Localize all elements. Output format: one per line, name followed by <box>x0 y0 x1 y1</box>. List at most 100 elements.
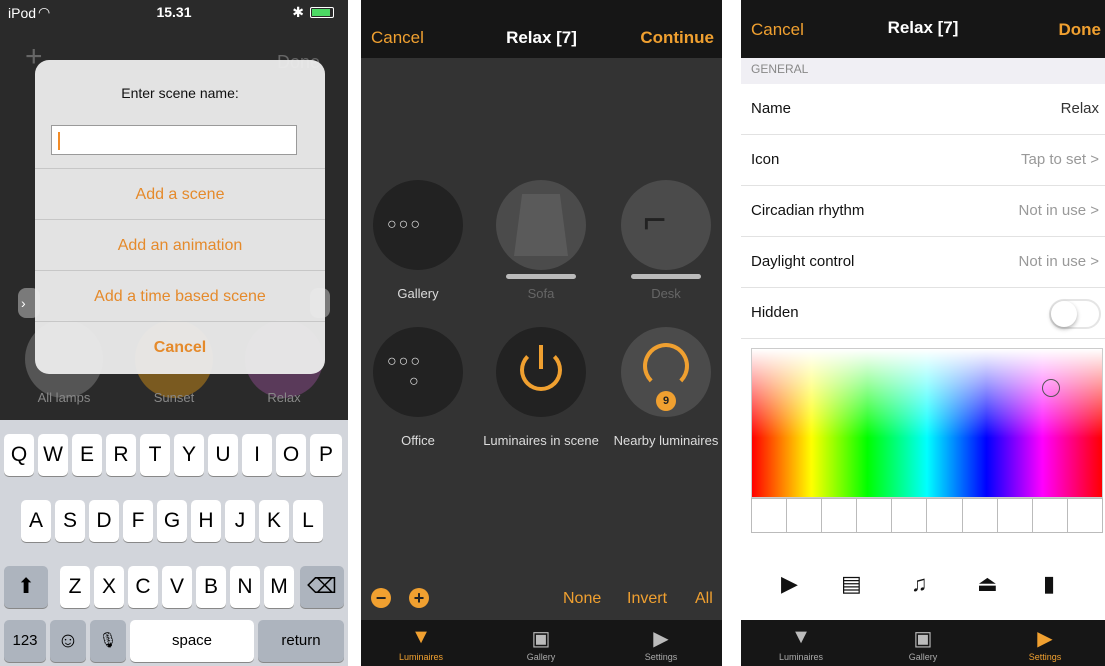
color-swatch[interactable] <box>962 499 998 532</box>
color-swatch[interactable] <box>822 499 858 532</box>
luminaire-tile-sofa[interactable] <box>496 180 586 270</box>
key[interactable]: P <box>310 434 342 476</box>
tab-luminaires[interactable]: ▼ Luminaires <box>741 620 861 666</box>
key[interactable]: W <box>38 434 68 476</box>
key[interactable]: S <box>55 500 85 542</box>
zoom-out-button[interactable]: − <box>371 588 391 608</box>
tab-label: Gallery <box>526 652 556 662</box>
tile-label: Office <box>401 433 435 448</box>
desk-lamp-icon: ⌐ <box>643 198 667 242</box>
tab-settings[interactable]: ▶ Settings <box>985 620 1105 666</box>
tab-label: Gallery <box>908 652 938 662</box>
emoji-key[interactable]: ☺ <box>50 620 86 662</box>
scene-name-field[interactable] <box>51 125 297 155</box>
color-swatch[interactable] <box>787 499 823 532</box>
row-label: Daylight control <box>751 253 855 270</box>
key[interactable]: X <box>94 566 124 608</box>
icon-row[interactable]: Icon Tap to set > <box>741 135 1105 186</box>
nearby-luminaires-button[interactable]: 9 <box>621 327 711 417</box>
remote-icon[interactable]: ▤ <box>841 571 862 597</box>
key[interactable]: M <box>264 566 294 608</box>
brightness-slider[interactable] <box>506 274 576 279</box>
tab-luminaires[interactable]: ▼ Luminaires <box>361 620 481 666</box>
key[interactable]: N <box>230 566 260 608</box>
key[interactable]: V <box>162 566 192 608</box>
color-swatch[interactable] <box>927 499 963 532</box>
scene-name-dialog-screen: iPod ◠ 15.31 ✱ + Done All lamps Sunset R… <box>0 0 348 666</box>
key[interactable]: R <box>106 434 136 476</box>
name-row[interactable]: Name Relax <box>741 84 1105 135</box>
key[interactable]: D <box>89 500 119 542</box>
tile-label: Luminaires in scene <box>483 433 599 448</box>
done-button[interactable]: Done <box>1059 20 1102 40</box>
key[interactable]: G <box>157 500 187 542</box>
bulbs-icon: ○○○ <box>387 216 422 233</box>
key[interactable]: Y <box>174 434 204 476</box>
scene-settings-screen: Cancel Relax [7] Done GENERAL Name Relax… <box>741 0 1105 666</box>
key[interactable]: F <box>123 500 153 542</box>
color-swatch[interactable] <box>1067 499 1102 532</box>
group-tile-office[interactable]: ○○○ ○ <box>373 327 463 417</box>
key[interactable]: Q <box>4 434 34 476</box>
key[interactable]: U <box>208 434 238 476</box>
desk-lamp-icon[interactable]: ⏏ <box>977 571 998 597</box>
book-icon[interactable]: ▮ <box>1043 571 1055 597</box>
key[interactable]: B <box>196 566 226 608</box>
row-label: Hidden <box>751 304 799 321</box>
return-key[interactable]: return <box>258 620 344 662</box>
select-all-button[interactable]: All <box>695 590 713 608</box>
key[interactable]: I <box>242 434 272 476</box>
mic-key[interactable]: 🎙 <box>90 620 126 662</box>
backspace-key[interactable]: ⌫ <box>300 566 344 608</box>
tab-gallery[interactable]: ▣ Gallery <box>863 620 983 666</box>
invert-selection-button[interactable]: Invert <box>627 590 667 608</box>
space-key[interactable]: space <box>130 620 254 662</box>
add-time-based-scene-button[interactable]: Add a time based scene <box>35 270 325 321</box>
luminaire-tile-desk[interactable]: ⌐ <box>621 180 711 270</box>
key[interactable]: O <box>276 434 306 476</box>
color-spectrum-picker[interactable] <box>751 348 1103 498</box>
key[interactable]: T <box>140 434 170 476</box>
numbers-key[interactable]: 123 <box>4 620 46 662</box>
tile-label: Gallery <box>397 286 439 301</box>
daylight-control-row[interactable]: Daylight control Not in use > <box>741 237 1105 288</box>
scene-name-input[interactable] <box>52 126 296 154</box>
color-swatch[interactable] <box>1032 499 1068 532</box>
color-swatch[interactable] <box>997 499 1033 532</box>
floor-lamp-icon <box>514 194 568 256</box>
continue-button[interactable]: Continue <box>640 28 714 48</box>
key[interactable]: L <box>293 500 323 542</box>
luminaires-in-scene-button[interactable] <box>496 327 586 417</box>
music-icon[interactable]: ♫ <box>911 571 928 597</box>
color-picker-handle[interactable] <box>1042 379 1060 397</box>
key[interactable]: J <box>225 500 255 542</box>
bulbs-icon: ○ <box>409 373 421 390</box>
group-tile-gallery[interactable]: ○○○ <box>373 180 463 270</box>
tab-bar: ▼ Luminaires ▣ Gallery ▶ Settings <box>361 620 722 666</box>
shift-key[interactable]: ⬆ <box>4 566 48 608</box>
brightness-slider[interactable] <box>631 274 701 279</box>
add-animation-button[interactable]: Add an animation <box>35 219 325 270</box>
color-swatch[interactable] <box>892 499 928 532</box>
lamp-icon: ▼ <box>411 626 431 648</box>
key[interactable]: E <box>72 434 102 476</box>
clapper-icon[interactable]: ▶ <box>781 571 798 597</box>
cancel-button[interactable]: Cancel <box>35 321 325 372</box>
key[interactable]: A <box>21 500 51 542</box>
color-swatch[interactable] <box>857 499 893 532</box>
key[interactable]: K <box>259 500 289 542</box>
color-swatch[interactable] <box>752 499 788 532</box>
key[interactable]: C <box>128 566 158 608</box>
tab-label: Settings <box>644 652 678 662</box>
tab-settings[interactable]: ▶ Settings <box>601 620 721 666</box>
color-swatches <box>751 498 1103 533</box>
add-scene-button[interactable]: Add a scene <box>35 168 325 219</box>
tab-gallery[interactable]: ▣ Gallery <box>481 620 601 666</box>
select-none-button[interactable]: None <box>563 590 601 608</box>
hidden-toggle[interactable] <box>1049 299 1101 329</box>
key[interactable]: Z <box>60 566 90 608</box>
key[interactable]: H <box>191 500 221 542</box>
name-value: Relax <box>1060 100 1099 117</box>
circadian-rhythm-row[interactable]: Circadian rhythm Not in use > <box>741 186 1105 237</box>
zoom-in-button[interactable]: + <box>409 588 429 608</box>
